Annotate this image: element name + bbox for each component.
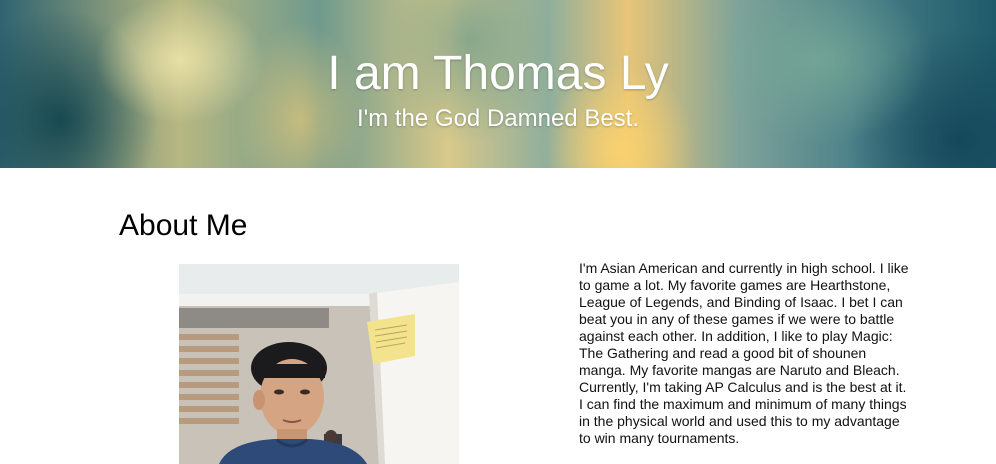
page-subtitle: I'm the God Damned Best.: [356, 105, 640, 132]
about-paragraph: I'm Asian American and currently in high…: [579, 260, 909, 446]
about-heading: About Me: [119, 209, 248, 242]
profile-photo: [179, 264, 459, 464]
hero-banner: I am Thomas Ly I'm the God Damned Best.: [0, 0, 996, 168]
page-title: I am Thomas Ly: [327, 47, 669, 100]
